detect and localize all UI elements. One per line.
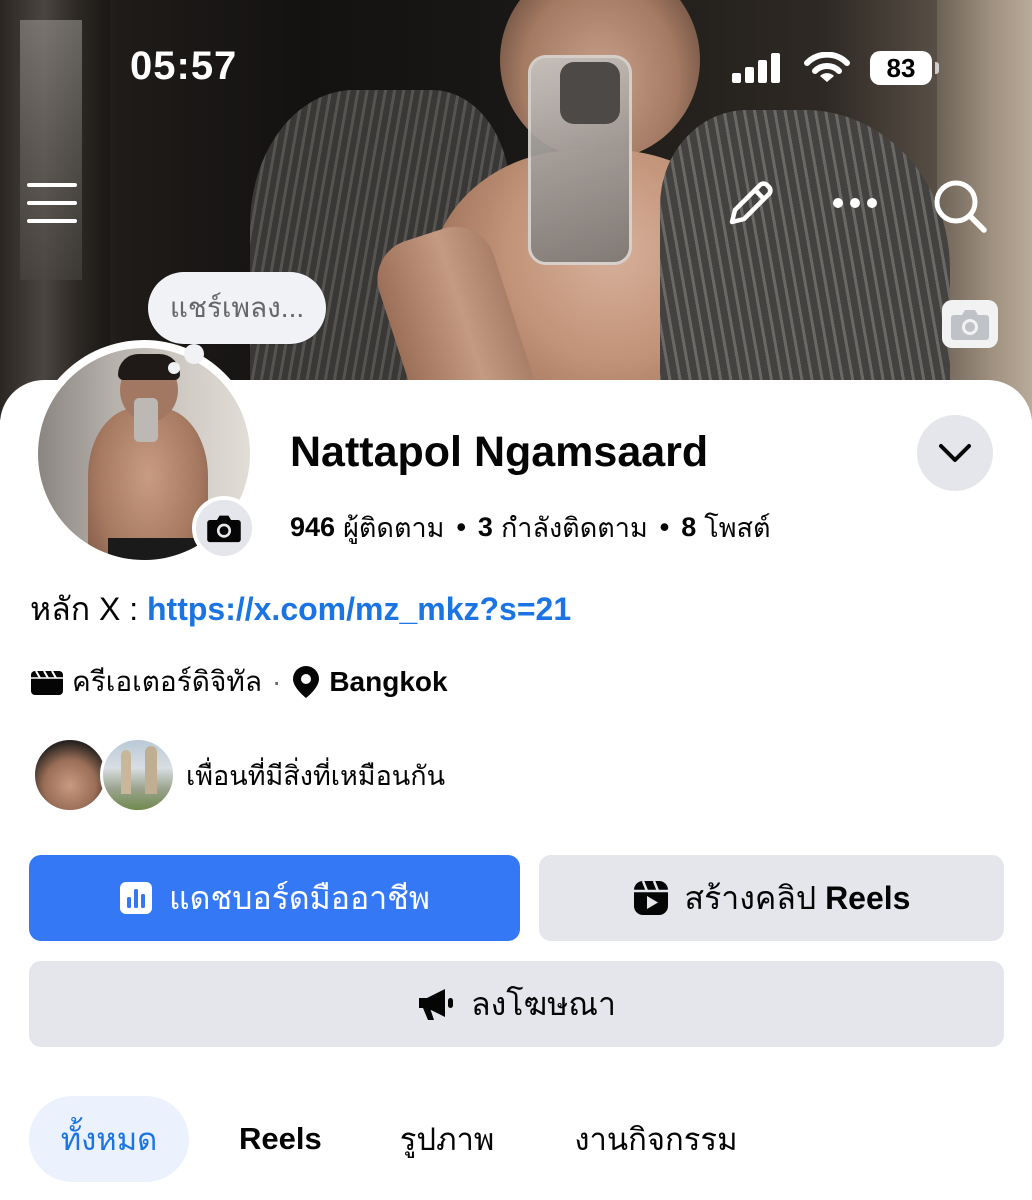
cellular-signal-icon	[732, 53, 780, 83]
create-reels-button[interactable]: สร้างคลิป Reels	[539, 855, 1004, 941]
dashboard-label: แดชบอร์ดมืออาชีพ	[169, 879, 430, 916]
cover-camera-icon[interactable]	[942, 300, 998, 348]
tab-photos[interactable]: รูปภาพ	[362, 1096, 535, 1182]
bubble-tail-small	[168, 362, 180, 374]
following-label[interactable]: กำลังติดตาม	[501, 506, 648, 549]
reels-label: สร้างคลิป Reels	[684, 879, 911, 916]
followers-count[interactable]: 946	[290, 512, 335, 543]
location-label[interactable]: Bangkok	[329, 666, 447, 698]
tab-all[interactable]: ทั้งหมด	[29, 1096, 189, 1182]
bio-prefix: หลัก X :	[30, 591, 147, 627]
status-icons: 83	[730, 48, 939, 88]
tab-reels[interactable]: Reels	[189, 1096, 362, 1182]
search-icon[interactable]	[930, 176, 990, 236]
cover-phone-lens	[560, 62, 620, 124]
music-share-bubble[interactable]: แชร์เพลง...	[148, 272, 326, 344]
mutual-friend-avatar	[32, 737, 108, 813]
profile-tabs: ทั้งหมด Reels รูปภาพ งานกิจกรรม	[29, 1096, 768, 1182]
battery-icon: 83	[870, 51, 939, 85]
profile-name: Nattapol Ngamsaard	[290, 428, 709, 476]
advertise-label: ลงโฆษณา	[471, 985, 616, 1022]
followers-label[interactable]: ผู้ติดตาม	[343, 506, 444, 549]
tab-events[interactable]: งานกิจกรรม	[534, 1096, 767, 1182]
mutual-friends-row[interactable]: เพื่อนที่มีสิ่งที่เหมือนกัน	[32, 736, 445, 814]
profile-stats: 946 ผู้ติดตาม • 3 กำลังติดตาม • 8 โพสต์	[290, 506, 771, 549]
mutual-friends-text: เพื่อนที่มีสิ่งที่เหมือนกัน	[186, 760, 446, 791]
menu-icon[interactable]	[26, 178, 78, 228]
following-count[interactable]: 3	[478, 512, 493, 543]
cover-shirt-right	[660, 110, 950, 420]
status-time: 05:57	[130, 44, 238, 88]
bubble-tail	[184, 344, 204, 364]
battery-level: 83	[886, 52, 916, 83]
dashboard-chart-icon	[120, 882, 153, 914]
megaphone-icon	[419, 989, 454, 1020]
details-separator: ·	[271, 666, 282, 697]
professional-dashboard-button[interactable]: แดชบอร์ดมืออาชีพ	[29, 855, 520, 941]
wifi-icon	[804, 52, 850, 82]
mutual-friend-avatar	[100, 737, 176, 813]
reels-icon	[633, 880, 668, 915]
profile-bio: หลัก X : https://x.com/mz_mkz?s=21	[30, 584, 571, 635]
edit-pencil-icon[interactable]	[722, 176, 778, 232]
avatar-camera-icon[interactable]	[192, 496, 256, 560]
category-label: ครีเอเตอร์ดิจิทัล	[72, 666, 262, 697]
profile-dropdown-button[interactable]	[917, 415, 993, 491]
clapperboard-icon	[31, 670, 63, 695]
location-pin-icon	[293, 666, 320, 698]
bio-link[interactable]: https://x.com/mz_mkz?s=21	[147, 591, 571, 627]
posts-label: โพสต์	[704, 513, 771, 543]
chevron-down-icon	[939, 444, 971, 462]
profile-details: ครีเอเตอร์ดิจิทัล · Bangkok	[30, 660, 448, 704]
more-icon[interactable]	[830, 186, 880, 220]
posts-count: 8	[681, 512, 697, 542]
advertise-button[interactable]: ลงโฆษณา	[29, 961, 1004, 1047]
